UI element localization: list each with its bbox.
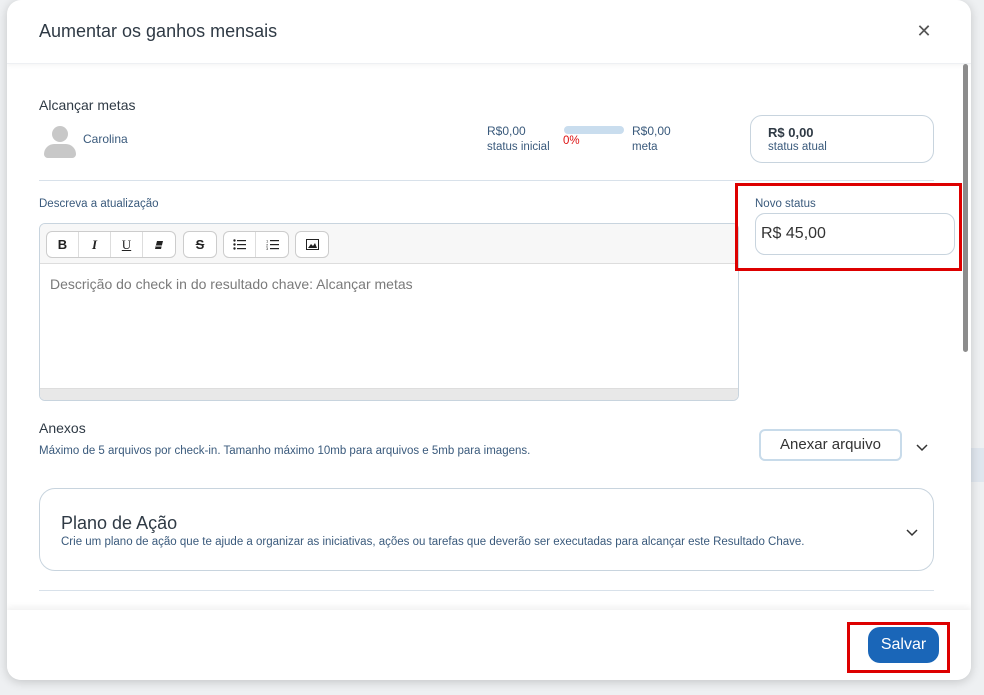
modal-header: Aumentar os ganhos mensais ✕	[7, 0, 971, 64]
initial-value: R$0,00	[487, 124, 526, 138]
media-group	[295, 231, 329, 258]
highlight-new-status	[735, 183, 962, 271]
action-plan-card[interactable]: Plano de Ação Crie um plano de ação que …	[39, 488, 934, 571]
backdrop-element	[970, 448, 984, 482]
svg-text:3: 3	[266, 246, 269, 250]
eraser-icon[interactable]	[143, 232, 175, 257]
editor-statusbar	[40, 388, 738, 400]
target-value: R$0,00	[632, 124, 671, 138]
action-plan-description: Crie um plano de ação que te ajude a org…	[61, 536, 805, 548]
avatar	[44, 124, 76, 160]
bold-button[interactable]: B	[47, 232, 79, 257]
action-plan-title: Plano de Ação	[61, 513, 178, 533]
highlight-save	[847, 622, 950, 673]
update-label: Descreva a atualização	[39, 198, 159, 210]
strikethrough-button[interactable]: S	[184, 232, 216, 257]
progress-bar	[564, 126, 624, 134]
editor-toolbar: B I U S 123	[40, 224, 738, 264]
checkin-modal: Aumentar os ganhos mensais ✕ Alcançar me…	[7, 0, 971, 680]
target-label: meta	[632, 141, 658, 153]
format-group: B I U	[46, 231, 176, 258]
modal-footer	[7, 610, 971, 680]
initial-label: status inicial	[487, 141, 550, 153]
divider	[39, 590, 934, 591]
attach-file-button[interactable]: Anexar arquivo	[759, 429, 902, 461]
attachments-help: Máximo de 5 arquivos por check-in. Taman…	[39, 445, 531, 457]
image-icon[interactable]	[296, 232, 328, 257]
divider	[39, 180, 934, 181]
italic-button[interactable]: I	[79, 232, 111, 257]
bullet-list-icon[interactable]	[224, 232, 256, 257]
scroll-thumb[interactable]	[963, 64, 968, 352]
progress-percent: 0%	[563, 135, 580, 147]
chevron-down-icon[interactable]	[916, 440, 928, 452]
close-icon[interactable]: ✕	[915, 22, 933, 40]
numbered-list-icon[interactable]: 123	[256, 232, 288, 257]
attachments-title: Anexos	[39, 420, 86, 436]
strike-group: S	[183, 231, 217, 258]
list-group: 123	[223, 231, 289, 258]
chevron-down-icon[interactable]	[906, 525, 918, 537]
update-description-input[interactable]: Descrição do check in do resultado chave…	[40, 264, 738, 390]
underline-button[interactable]: U	[111, 232, 143, 257]
current-status-box: R$ 0,00 status atual	[750, 115, 934, 163]
modal-title: Aumentar os ganhos mensais	[39, 21, 278, 41]
rich-text-editor: B I U S 123 Descrição do check in do res…	[39, 223, 739, 401]
current-status-label: status atual	[768, 141, 827, 153]
modal-scrollbar[interactable]	[963, 62, 969, 606]
key-result-title: Alcançar metas	[39, 97, 136, 113]
current-status-value: R$ 0,00	[768, 125, 814, 140]
owner-name: Carolina	[83, 132, 128, 146]
